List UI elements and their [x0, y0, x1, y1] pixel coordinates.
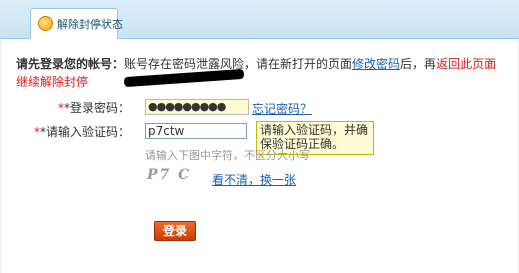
refresh-captcha-link[interactable]: 看不清，换一张: [212, 171, 296, 188]
tab-label: 解除封停状态: [57, 18, 123, 31]
login-button[interactable]: 登录: [154, 221, 196, 241]
content-panel: 请先登录您的帐号：账号存在密码泄露风险，请在新打开的页面修改密码后，再返回此页面…: [2, 39, 517, 273]
captcha-input[interactable]: p7ctw: [145, 123, 247, 139]
password-label: **登录密码：: [57, 101, 130, 115]
tab-unban[interactable]: 解除封停状态: [30, 8, 123, 39]
forgot-password-link[interactable]: 忘记密码？: [252, 100, 312, 117]
notice-text2: 后，再: [400, 57, 437, 71]
status-icon: [38, 16, 53, 31]
top-bar: 解除封停状态: [0, 0, 519, 39]
captcha-hint: 请输入下图中字符，不区分大小写: [145, 149, 310, 162]
notice-text: 请先登录您的帐号：账号存在密码泄露风险，请在新打开的页面修改密码后，再返回此页面…: [16, 55, 506, 91]
captcha-image: P7 C: [147, 167, 192, 183]
change-password-link[interactable]: 修改密码: [352, 57, 400, 71]
password-input[interactable]: ●●●●●●●●●: [145, 99, 249, 115]
code-label: **请输入验证码：: [33, 125, 130, 139]
notice-lead: 请先登录您的帐号：: [16, 57, 125, 71]
